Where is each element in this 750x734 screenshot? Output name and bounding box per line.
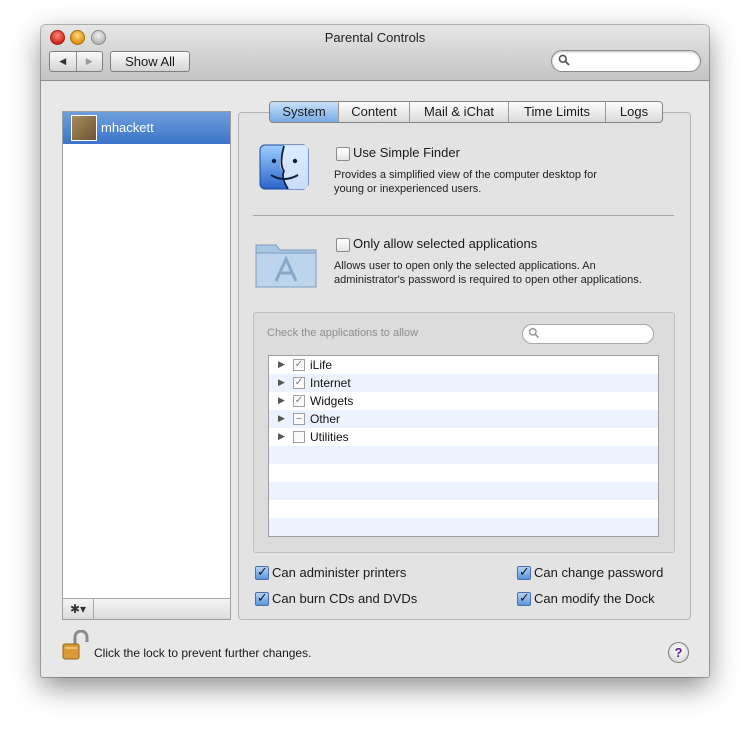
burn-cds-dvds-label: Can burn CDs and DVDs: [272, 591, 418, 606]
show-all-button[interactable]: Show All: [110, 51, 190, 72]
forward-button[interactable]: ▶: [77, 52, 103, 71]
disclosure-triangle-icon[interactable]: ▶: [278, 377, 285, 388]
app-checkbox[interactable]: ✓: [293, 377, 305, 389]
gear-menu-button[interactable]: ✱▾: [63, 599, 94, 619]
applications-list: ▶ ✓ iLife ▶ ✓ Internet ▶ ✓ Widgets ▶ – O…: [268, 355, 659, 537]
list-item[interactable]: ▶ Utilities: [269, 428, 658, 446]
tab-system[interactable]: System: [270, 102, 339, 122]
finder-icon: [259, 144, 309, 190]
modify-dock-checkbox[interactable]: [517, 590, 531, 606]
app-checkbox[interactable]: –: [293, 413, 305, 425]
search-icon: [528, 327, 540, 339]
preferences-search-field[interactable]: [551, 50, 701, 72]
section-divider: [253, 215, 674, 216]
disclosure-triangle-icon[interactable]: ▶: [278, 413, 285, 424]
app-name: Internet: [310, 376, 351, 390]
app-checkbox[interactable]: [293, 431, 305, 443]
help-button[interactable]: ?: [668, 642, 689, 663]
tab-content[interactable]: Content: [339, 102, 410, 122]
user-list-item[interactable]: mhackett: [63, 112, 230, 144]
burn-cds-dvds-checkbox[interactable]: [255, 590, 269, 606]
search-input[interactable]: [572, 53, 696, 70]
only-selected-apps-label: Only allow selected applications: [353, 236, 538, 251]
only-selected-apps-description: Allows user to open only the selected ap…: [334, 260, 642, 286]
avatar: [71, 115, 97, 141]
title-bar: Parental Controls ◀ ▶ Show All: [41, 25, 709, 81]
simple-finder-label: Use Simple Finder: [353, 145, 460, 160]
only-selected-apps-checkbox[interactable]: [336, 238, 350, 252]
user-name: mhackett: [101, 120, 154, 135]
back-forward-buttons: ◀ ▶: [49, 51, 103, 72]
tab-bar: System Content Mail & iChat Time Limits …: [269, 101, 663, 123]
gear-icon: ✱▾: [69, 602, 87, 616]
lock-status-text: Click the lock to prevent further change…: [94, 646, 312, 660]
app-name: Other: [310, 412, 341, 426]
applications-folder-icon: [255, 244, 317, 288]
empty-row: [269, 464, 658, 482]
empty-row: [269, 482, 658, 500]
back-button[interactable]: ◀: [50, 52, 77, 71]
parental-controls-window: Parental Controls ◀ ▶ Show All mhackett …: [41, 25, 709, 677]
administer-printers-checkbox[interactable]: [255, 564, 269, 580]
tab-time-limits[interactable]: Time Limits: [509, 102, 606, 122]
simple-finder-checkbox[interactable]: [336, 147, 350, 161]
administer-printers-label: Can administer printers: [272, 565, 407, 580]
list-item[interactable]: ▶ ✓ iLife: [269, 356, 658, 374]
applications-box-title: Check the applications to allow: [267, 327, 419, 339]
tab-mail-ichat[interactable]: Mail & iChat: [410, 102, 509, 122]
app-name: iLife: [310, 358, 333, 372]
empty-row: [269, 518, 658, 536]
lock-icon[interactable]: [61, 630, 89, 662]
disclosure-triangle-icon[interactable]: ▶: [278, 431, 285, 442]
list-item[interactable]: ▶ ✓ Internet: [269, 374, 658, 392]
app-checkbox[interactable]: ✓: [293, 359, 305, 371]
empty-row: [269, 500, 658, 518]
list-item[interactable]: ▶ ✓ Widgets: [269, 392, 658, 410]
change-password-label: Can change password: [534, 565, 664, 580]
user-list-footer: ✱▾: [63, 598, 230, 619]
simple-finder-description: Provides a simplified view of the comput…: [334, 169, 597, 195]
change-password-checkbox[interactable]: [517, 564, 531, 580]
app-checkbox[interactable]: ✓: [293, 395, 305, 407]
applications-search-field[interactable]: [522, 324, 654, 344]
empty-row: [269, 446, 658, 464]
app-name: Widgets: [310, 394, 354, 408]
disclosure-triangle-icon[interactable]: ▶: [278, 395, 285, 406]
app-name: Utilities: [310, 430, 349, 444]
user-list: mhackett ✱▾: [62, 111, 231, 620]
tab-logs[interactable]: Logs: [606, 102, 662, 122]
window-title: Parental Controls: [324, 30, 426, 45]
list-item[interactable]: ▶ – Other: [269, 410, 658, 428]
search-icon: [558, 54, 570, 66]
disclosure-triangle-icon[interactable]: ▶: [278, 359, 285, 370]
applications-search-input[interactable]: [543, 326, 651, 343]
modify-dock-label: Can modify the Dock: [534, 591, 655, 606]
